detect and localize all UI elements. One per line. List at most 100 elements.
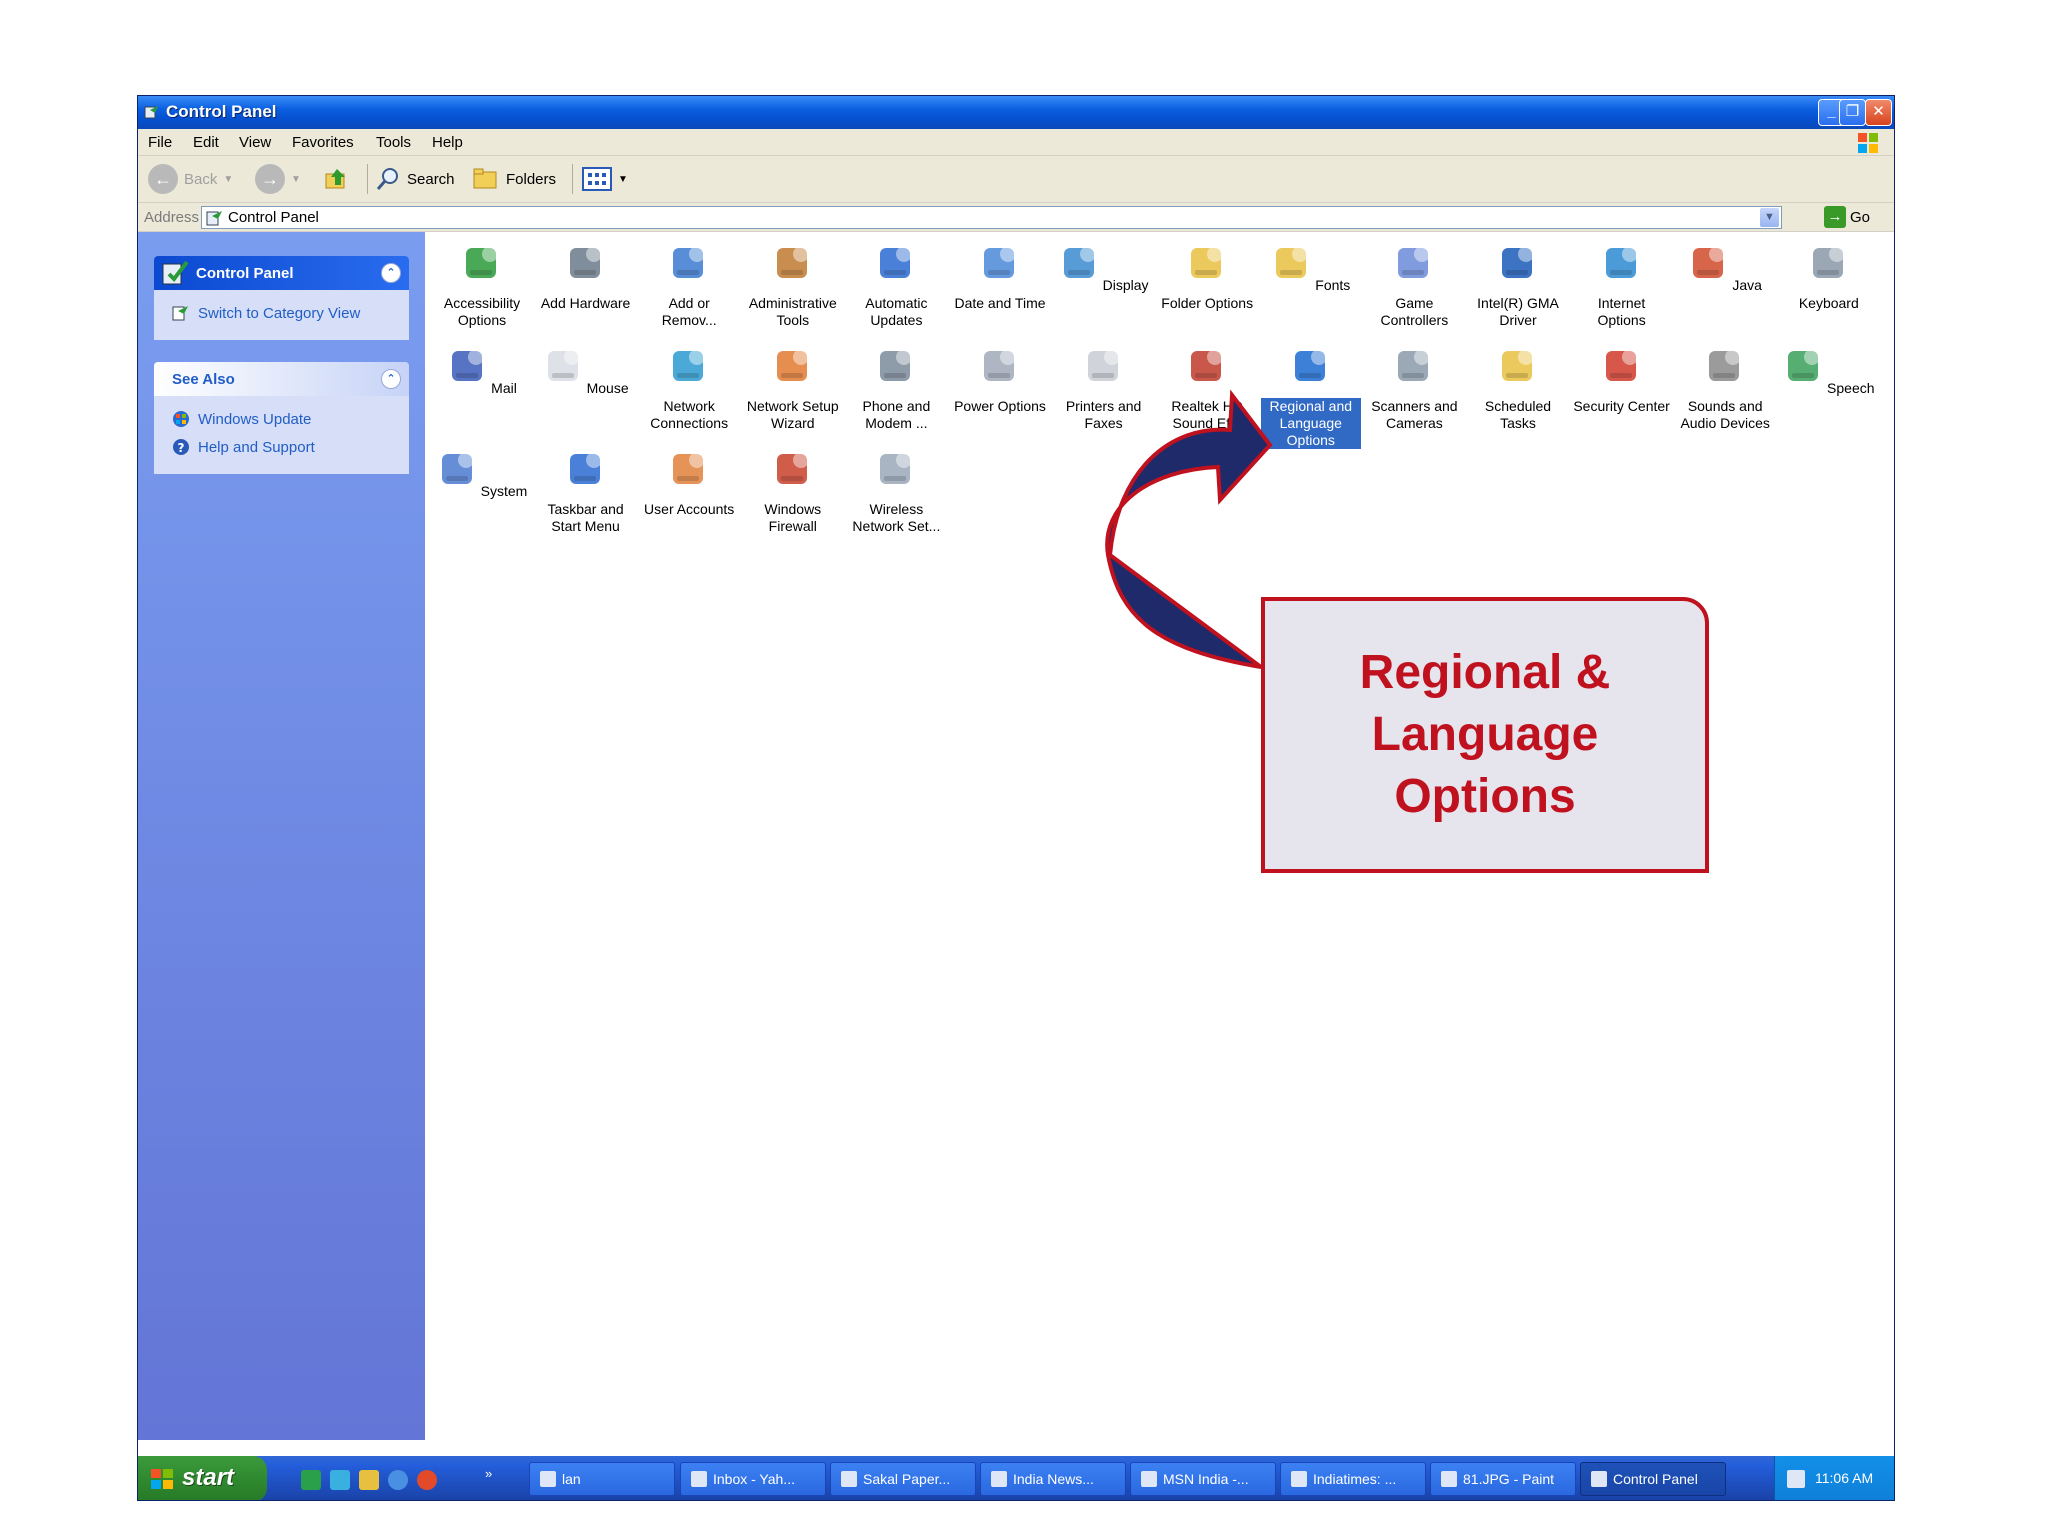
quicklaunch-app-icon[interactable] [330,1470,350,1490]
cp-item-game-controllers[interactable]: Game Controllers [1364,234,1464,330]
app-icon [841,1471,857,1487]
quicklaunch-app-icon[interactable] [417,1470,437,1490]
cp-item-intel-gma[interactable]: Intel(R) GMA Driver [1468,234,1568,330]
cp-item-add-hardware[interactable]: Add Hardware [536,234,636,313]
cp-item-label: Intel(R) GMA Driver [1477,295,1559,328]
app-icon [1591,1471,1607,1487]
cp-item-speech[interactable]: Speech [1779,337,1879,398]
collapse-chevron-icon[interactable]: ⌃ [381,369,401,389]
up-folder-icon [325,169,345,189]
quicklaunch-app-icon[interactable] [359,1470,379,1490]
taskbar-button-label: MSN India -... [1163,1471,1249,1487]
menu-tools[interactable]: Tools [376,134,411,151]
cp-item-fonts[interactable]: Fonts [1261,234,1361,295]
collapse-chevron-icon[interactable]: ⌃ [381,263,401,283]
forward-button[interactable]: → ▼ [255,164,301,194]
restore-button[interactable]: ❐ [1839,99,1866,126]
cp-item-network-setup[interactable]: Network Setup Wizard [743,337,843,433]
views-button[interactable]: ▼ [582,164,628,194]
cp-item-administrative-tools[interactable]: Administrative Tools [743,234,843,330]
help-support-link[interactable]: ? Help and Support [172,438,315,456]
control-panel-panel-header[interactable]: Control Panel ⌃ [154,256,409,290]
quicklaunch-overflow-icon[interactable]: » [485,1466,492,1481]
callout-box: Regional & Language Options [1261,597,1709,873]
start-button[interactable]: start [138,1456,267,1500]
cp-item-automatic-updates[interactable]: Automatic Updates [846,234,946,330]
internet-explorer-icon[interactable] [388,1470,408,1490]
svg-text:?: ? [178,441,185,455]
control-panel-icon [172,306,188,321]
address-dropdown-button[interactable]: ▼ [1760,208,1779,227]
cp-item-keyboard[interactable]: Keyboard [1779,234,1879,313]
cp-item-wireless[interactable]: Wireless Network Set... [846,440,946,536]
cp-item-scheduled-tasks[interactable]: Scheduled Tasks [1468,337,1568,433]
title-bar[interactable]: Control Panel _ ❐ ✕ [138,96,1894,129]
back-arrow-icon: ← [148,164,178,194]
taskbar-button[interactable]: MSN India -... [1130,1462,1276,1496]
cp-item-add-remove-programs[interactable]: Add or Remov... [639,234,739,330]
cp-item-scanners[interactable]: Scanners and Cameras [1364,337,1464,433]
cp-item-user-accounts[interactable]: User Accounts [639,440,739,519]
folders-icon [473,168,497,189]
cp-item-phone-modem[interactable]: Phone and Modem ... [846,337,946,433]
cp-item-internet-options[interactable]: Internet Options [1572,234,1672,330]
windows-update-link[interactable]: Windows Update [172,410,311,428]
windows-update-icon [173,411,189,427]
cp-item-firewall[interactable]: Windows Firewall [743,440,843,536]
taskbar-button[interactable]: lan [529,1462,675,1496]
cp-item-system[interactable]: System [432,440,532,501]
cp-item-taskbar[interactable]: Taskbar and Start Menu [536,440,636,536]
cp-item-regional-language[interactable]: Regional and Language Options [1260,337,1361,450]
cp-item-label: Fonts [1315,277,1351,293]
internet-options-icon [1605,246,1638,278]
menu-help[interactable]: Help [432,134,463,151]
cp-item-label: Folder Options [1161,295,1254,311]
menu-edit[interactable]: Edit [193,134,219,151]
scanners-icon [1398,349,1431,381]
folders-button[interactable]: Folders [472,164,556,194]
cp-item-mail[interactable]: Mail [432,337,532,398]
cp-item-folder-options[interactable]: Folder Options [1157,234,1257,313]
taskbar-button[interactable]: Control Panel [1580,1462,1726,1496]
search-button[interactable]: Search [375,164,455,194]
network-tray-icon[interactable] [1787,1470,1805,1488]
back-button[interactable]: ← Back ▼ [148,164,233,194]
address-input[interactable]: Control Panel ▼ [201,206,1782,229]
cp-item-network-connections[interactable]: Network Connections [639,337,739,433]
up-folder-button[interactable] [323,164,351,194]
quicklaunch-app-icon[interactable] [301,1470,321,1490]
close-button[interactable]: ✕ [1865,99,1892,126]
taskbar-button[interactable]: Inbox - Yah... [680,1462,826,1496]
cp-item-label: Accessibility Options [443,295,521,328]
cp-item-label: Wireless Network Set... [852,501,941,534]
cp-item-date-time[interactable]: Date and Time [950,234,1050,313]
cp-item-sounds[interactable]: Sounds and Audio Devices [1675,337,1775,433]
go-button[interactable]: → Go [1824,206,1870,228]
cp-item-realtek-sound[interactable]: Realtek HD Sound Ef... [1157,337,1257,433]
cp-item-security-center[interactable]: Security Center [1572,337,1672,416]
menu-favorites[interactable]: Favorites [292,134,354,151]
cp-item-printers[interactable]: Printers and Faxes [1054,337,1154,433]
toolbar: ← Back ▼ → ▼ Search Folders ▼ [138,156,1894,203]
cp-item-label: System [480,483,528,499]
menu-view[interactable]: View [239,134,271,151]
phone-modem-icon [880,349,913,381]
realtek-sound-icon [1191,349,1224,381]
taskbar-button[interactable]: Sakal Paper... [830,1462,976,1496]
cp-item-accessibility[interactable]: Accessibility Options [432,234,532,330]
cp-item-display[interactable]: Display [1054,234,1154,295]
taskbar-button[interactable]: Indiatimes: ... [1280,1462,1426,1496]
taskbar-button[interactable]: India News... [980,1462,1126,1496]
see-also-panel-header[interactable]: See Also ⌃ [154,362,409,396]
cp-item-label: Game Controllers [1380,295,1449,328]
cp-item-java[interactable]: Java [1675,234,1775,295]
folder-options-icon [1191,246,1224,278]
firewall-icon [776,452,809,484]
cp-item-label: Java [1732,277,1762,293]
menu-file[interactable]: File [148,134,172,151]
cp-item-mouse[interactable]: Mouse [536,337,636,398]
taskbar-button[interactable]: 81.JPG - Paint [1430,1462,1576,1496]
cp-item-label: Scheduled Tasks [1484,398,1552,431]
switch-category-view-link[interactable]: Switch to Category View [172,304,360,322]
cp-item-power-options[interactable]: Power Options [950,337,1050,416]
